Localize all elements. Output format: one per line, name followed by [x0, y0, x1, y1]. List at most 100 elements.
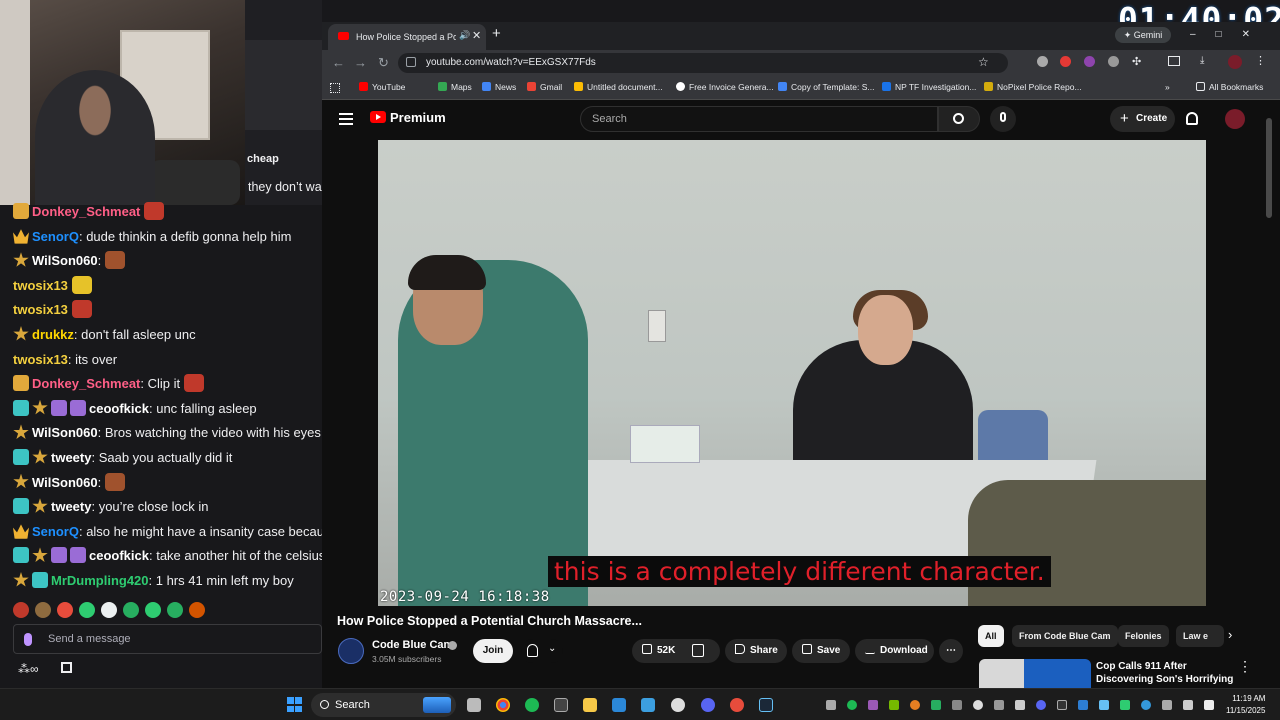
tray-icon[interactable] [1015, 700, 1025, 710]
more-actions-button[interactable]: ⋯ [939, 639, 963, 663]
tray-icon[interactable] [952, 700, 962, 710]
video-player[interactable]: this is a completely different character… [378, 140, 1206, 606]
bookmark-news[interactable]: News [482, 82, 516, 92]
tray-icon[interactable] [1120, 700, 1130, 710]
star-badge-icon[interactable] [13, 572, 29, 587]
download-button[interactable]: Download [855, 639, 934, 663]
notepad-icon[interactable] [641, 698, 655, 712]
chat-username[interactable]: Donkey_Schmeat [32, 376, 140, 391]
steam-icon[interactable] [759, 698, 773, 712]
teal-badge-icon[interactable] [13, 547, 29, 564]
recommended-thumbnail[interactable] [979, 659, 1091, 688]
purple-badge-icon[interactable] [51, 547, 67, 564]
app-icon[interactable] [554, 698, 568, 712]
star-badge-icon[interactable] [32, 399, 48, 415]
site-info-icon[interactable] [406, 57, 416, 67]
app-icon[interactable] [612, 698, 626, 712]
recommended-more-icon[interactable]: ⋮ [1238, 658, 1252, 675]
tray-icon[interactable] [1078, 700, 1088, 710]
create-button[interactable]: + Create [1110, 106, 1175, 132]
chat-username[interactable]: twosix13 [13, 302, 68, 317]
crown-badge-icon[interactable] [13, 229, 29, 244]
wifi-icon[interactable] [1162, 700, 1172, 710]
store-icon[interactable] [61, 662, 72, 673]
channel-name[interactable]: Code Blue Cam [372, 639, 453, 651]
channel-avatar[interactable] [338, 638, 364, 664]
gold-badge-icon[interactable] [13, 203, 29, 219]
tray-icon[interactable] [1099, 700, 1109, 710]
url-field[interactable]: youtube.com/watch?v=EExGSX77Fds ☆ [398, 53, 1008, 73]
notifications-bell-icon[interactable] [1186, 112, 1198, 125]
task-view-icon[interactable] [467, 698, 481, 712]
spotify-icon[interactable] [525, 698, 539, 712]
page-scrollbar[interactable] [1266, 118, 1272, 218]
chat-username[interactable]: twosix13 [13, 278, 68, 293]
extension-icon[interactable] [1084, 56, 1095, 67]
infinity-icon[interactable]: ⁂∞ [18, 662, 39, 676]
chat-username[interactable]: drukkz [32, 327, 74, 342]
volume-icon[interactable] [1183, 700, 1193, 710]
chat-username[interactable]: SenorQ [32, 229, 79, 244]
search-button[interactable] [938, 106, 980, 132]
share-button[interactable]: Share [725, 639, 787, 663]
teal-badge-icon[interactable] [13, 449, 29, 465]
join-button[interactable]: Join [473, 639, 513, 663]
bookmark-gmail[interactable]: Gmail [527, 82, 562, 92]
star-badge-icon[interactable] [13, 326, 29, 341]
chat-username[interactable]: ceoofkick [89, 401, 149, 416]
star-badge-icon[interactable] [32, 498, 48, 513]
extensions-puzzle-icon[interactable]: ✣ [1132, 55, 1141, 68]
chat-username[interactable]: SenorQ [32, 524, 79, 539]
tray-icon[interactable] [1036, 700, 1046, 710]
star-badge-icon[interactable] [13, 252, 29, 267]
discord-icon[interactable] [701, 698, 715, 712]
app-icon[interactable] [730, 698, 744, 712]
purple-badge-icon[interactable] [70, 547, 86, 564]
chat-username[interactable]: MrDumpling420 [51, 573, 149, 588]
bookmark-template[interactable]: Copy of Template: S... [778, 82, 874, 92]
tray-icon[interactable] [910, 700, 920, 710]
bookmark-maps[interactable]: Maps [438, 82, 472, 92]
apps-grid-icon[interactable] [330, 83, 340, 93]
all-bookmarks[interactable]: All Bookmarks [1196, 82, 1263, 92]
search-input[interactable]: Search [580, 106, 938, 132]
extension-icon[interactable] [1108, 56, 1119, 67]
crown-badge-icon[interactable] [13, 524, 29, 539]
tab-youtube[interactable]: How Police Stopped a Potenti 🔊 ✕ [328, 24, 486, 50]
tray-icon[interactable] [1141, 700, 1151, 710]
chat-username[interactable]: Donkey_Schmeat [32, 204, 140, 219]
bookmark-invoice[interactable]: Free Invoice Genera... [676, 82, 774, 92]
teal-badge-icon[interactable] [32, 572, 48, 588]
chrome-icon[interactable] [496, 698, 510, 712]
save-button[interactable]: Save [792, 639, 850, 663]
forward-icon[interactable]: → [354, 55, 367, 70]
teal-badge-icon[interactable] [13, 498, 29, 515]
menu-icon[interactable] [339, 113, 353, 125]
windows-start-icon[interactable] [287, 697, 302, 712]
chat-username[interactable]: tweety [51, 499, 91, 514]
chat-username[interactable]: twosix13 [13, 352, 68, 367]
obs-icon[interactable] [671, 698, 685, 712]
tray-icon[interactable] [973, 700, 983, 710]
chip-felonies[interactable]: Felonies [1118, 625, 1169, 647]
youtube-logo-icon[interactable] [370, 111, 386, 123]
purple-badge-icon[interactable] [70, 399, 86, 416]
chat-input[interactable]: Send a message [13, 624, 322, 654]
thumbs-down-icon[interactable] [692, 644, 704, 657]
chat-username[interactable]: ceoofkick [89, 548, 149, 563]
chevron-right-icon[interactable]: › [1228, 627, 1232, 642]
tray-icon[interactable] [868, 700, 878, 710]
like-button[interactable]: 52K [632, 639, 720, 663]
speaker-icon[interactable]: 🔊 [459, 30, 470, 41]
chat-username[interactable]: WilSon060 [32, 253, 98, 268]
chat-username[interactable]: WilSon060 [32, 475, 98, 490]
tray-icon[interactable] [1057, 700, 1067, 710]
bookmark-youtube[interactable]: YouTube [359, 82, 405, 92]
star-badge-icon[interactable] [13, 473, 29, 489]
back-icon[interactable]: ← [332, 55, 345, 70]
bookmark-untitled-doc[interactable]: Untitled document... [574, 82, 663, 92]
download-icon[interactable]: ⤓ [1200, 55, 1204, 66]
teal-badge-icon[interactable] [13, 399, 29, 416]
taskbar-search[interactable]: Search [311, 693, 456, 717]
subscription-bell-button[interactable]: ⌄ [521, 639, 563, 663]
